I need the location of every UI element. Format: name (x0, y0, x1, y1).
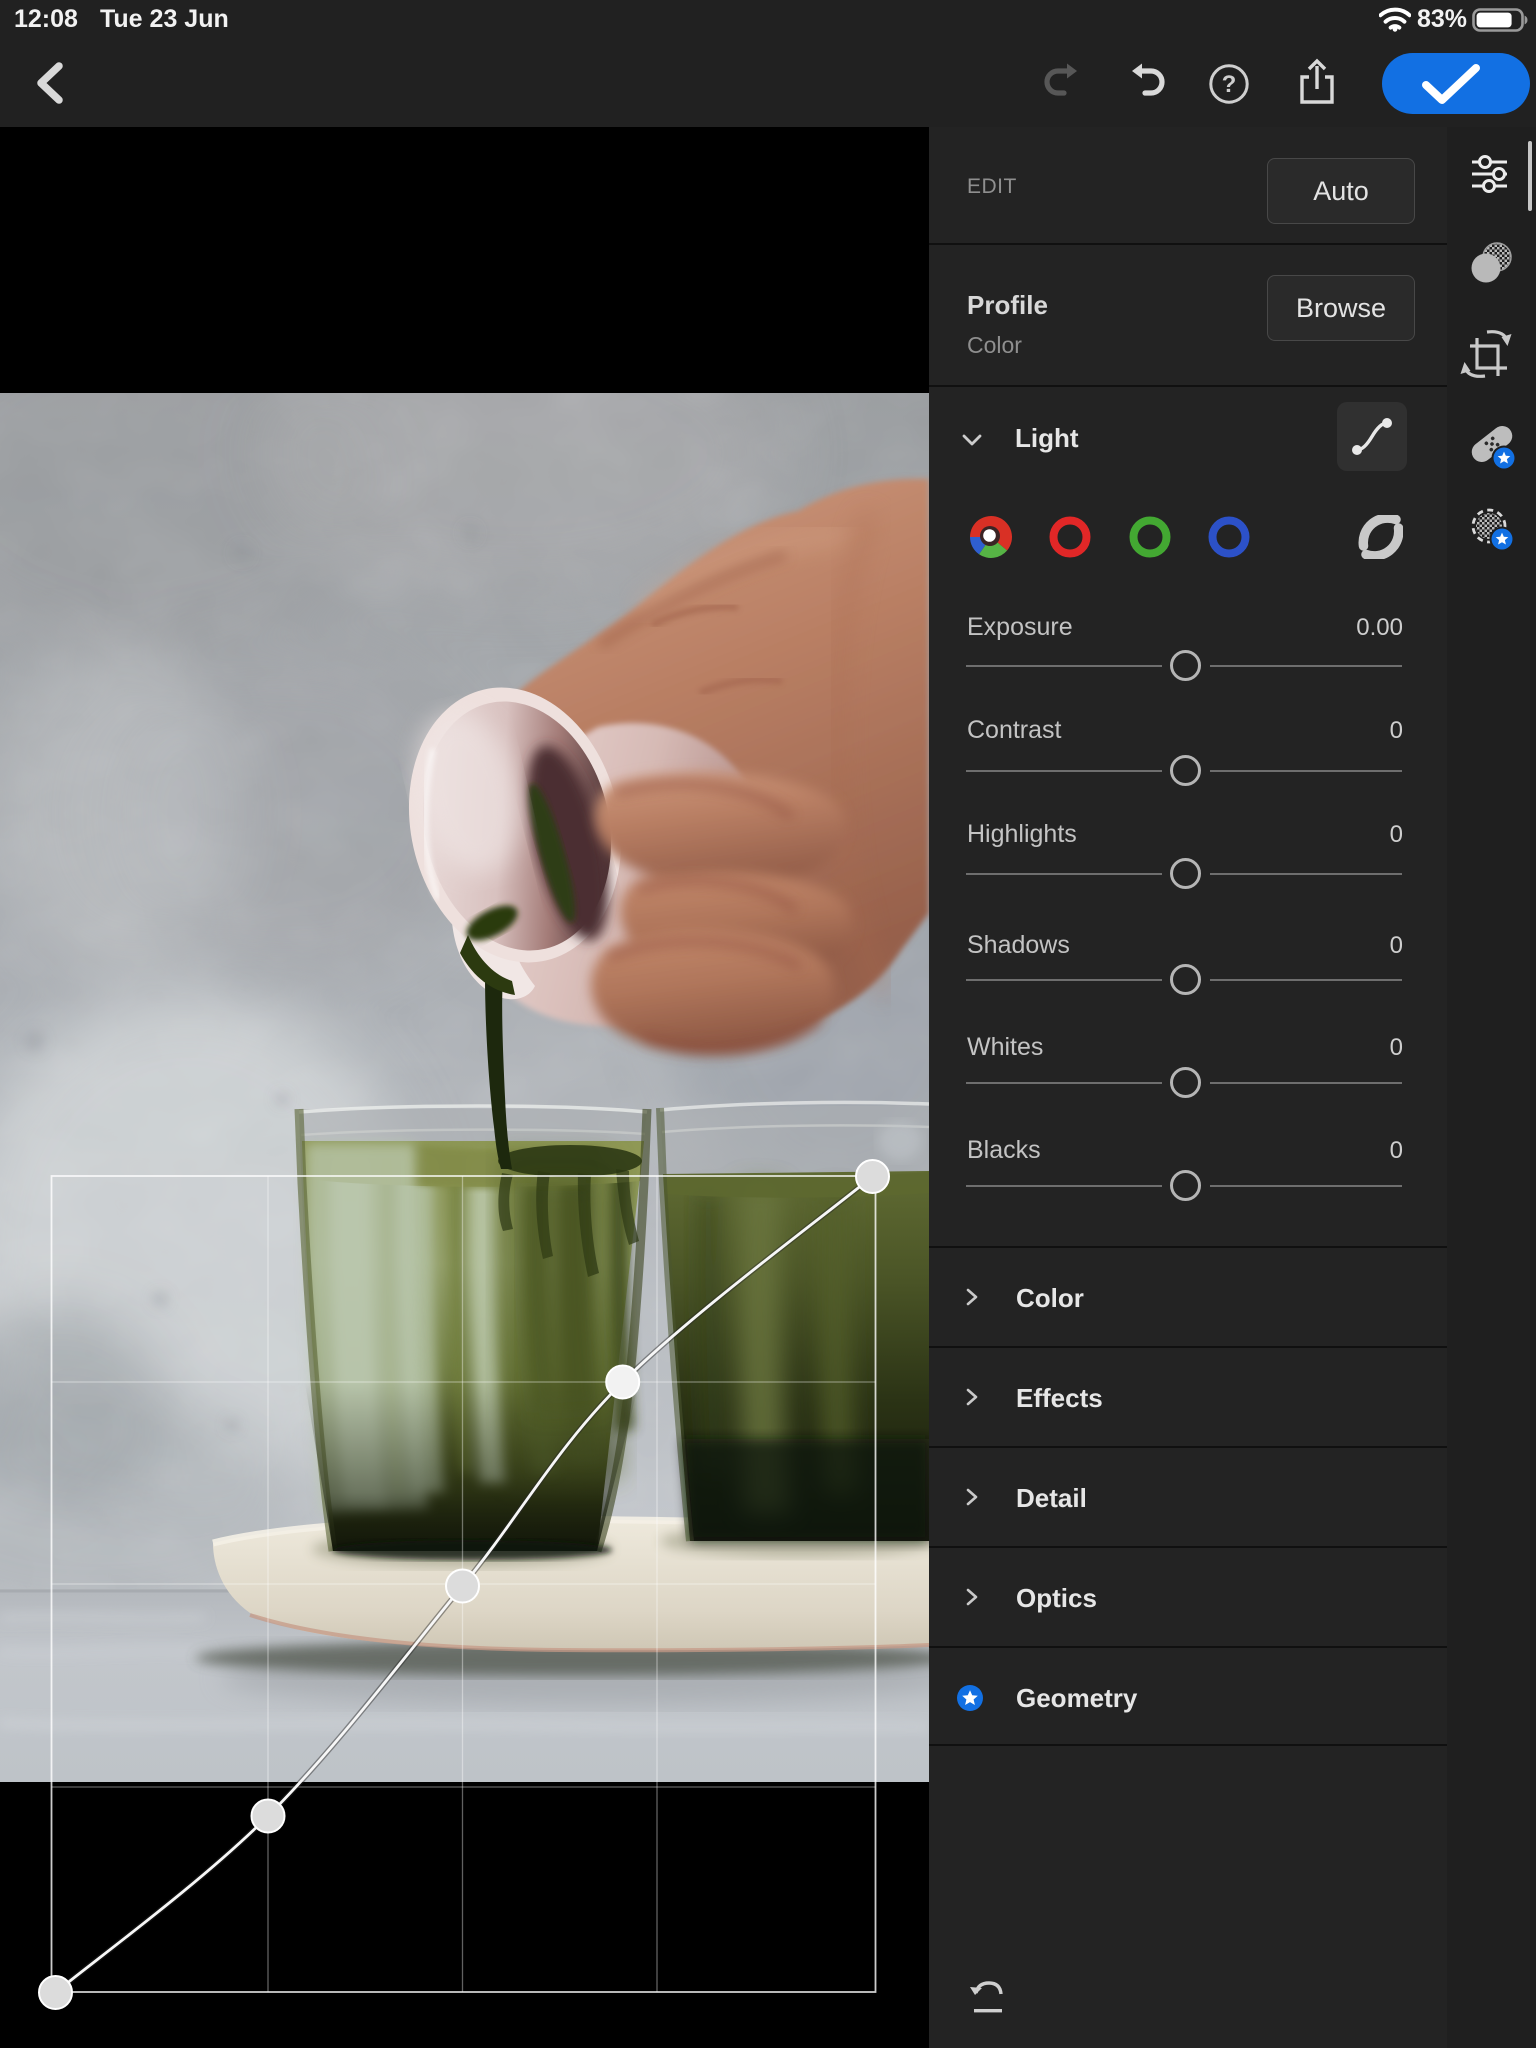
svg-text:?: ? (1222, 71, 1237, 98)
